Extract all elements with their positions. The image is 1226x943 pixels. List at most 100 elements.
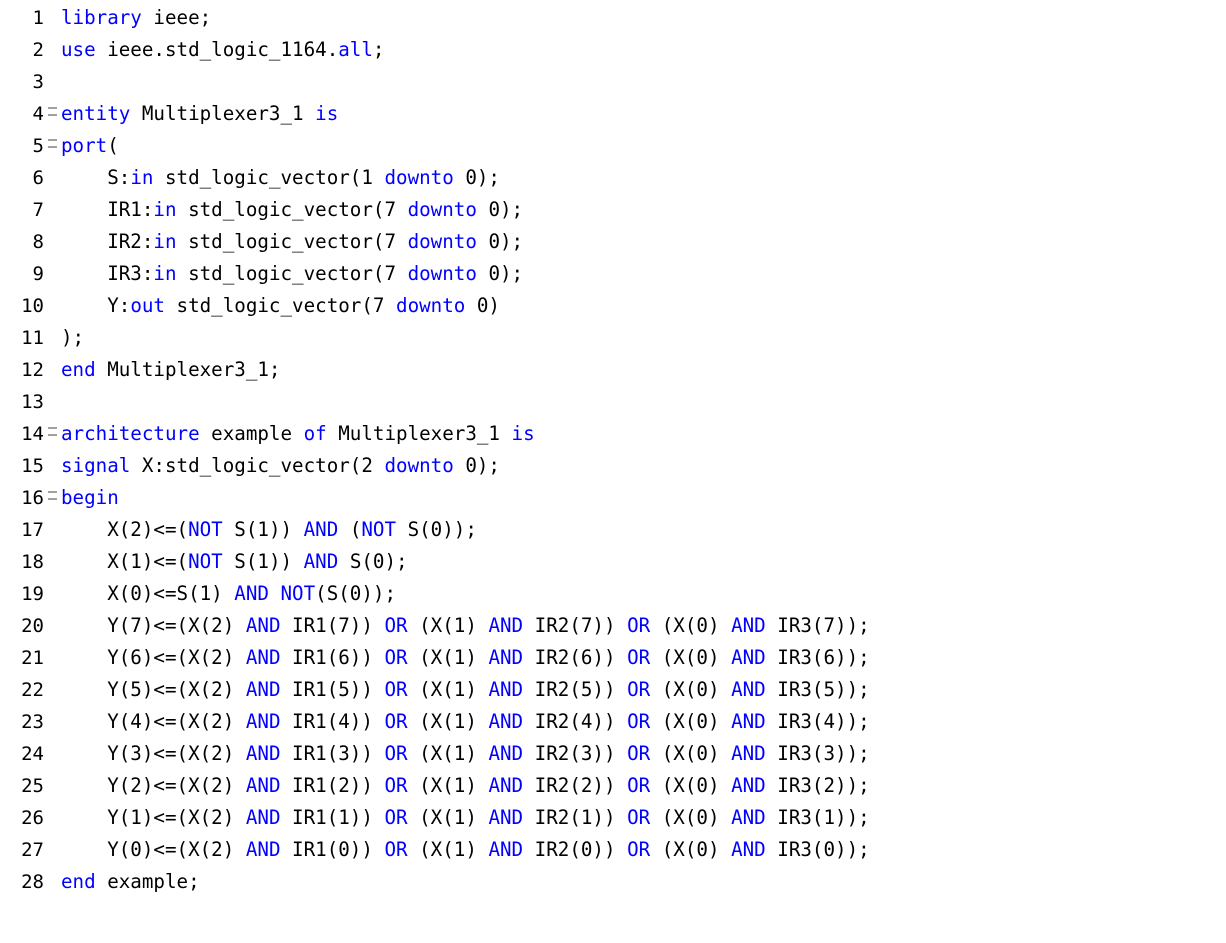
code-token: Y(0)<=(X(2)	[61, 838, 246, 861]
code-token: std_logic_vector(7	[164, 294, 397, 317]
code-text: IR1:in std_logic_vector(7 downto 0);	[61, 194, 523, 226]
code-text: Y:out std_logic_vector(7 downto 0)	[61, 290, 500, 322]
keyword-token: OR	[627, 614, 651, 637]
keyword-token: AND	[245, 678, 281, 701]
code-token: );	[61, 326, 85, 349]
code-token: IR3(7));	[765, 614, 870, 637]
keyword-token: AND	[488, 710, 524, 733]
code-token: IR3(6));	[765, 646, 870, 669]
code-token: Y(4)<=(X(2)	[61, 710, 246, 733]
code-token: S(0));	[396, 518, 477, 541]
code-text: begin	[61, 482, 119, 514]
fold-marker-icon[interactable]	[48, 107, 57, 116]
code-token: (X(0)	[650, 646, 732, 669]
line-number: 11	[21, 327, 44, 349]
keyword-token: AND	[731, 710, 766, 733]
code-text: Y(6)<=(X(2) AND IR1(6)) OR (X(1) AND IR2…	[61, 642, 870, 674]
fold-marker-icon[interactable]	[48, 427, 57, 436]
code-token: IR1(5))	[280, 678, 385, 701]
keyword-token: AND	[731, 774, 766, 797]
keyword-token: of	[303, 422, 327, 445]
code-token: Y(6)<=(X(2)	[61, 646, 246, 669]
code-token: ieee;	[141, 6, 212, 29]
line-number: 25	[21, 775, 44, 797]
keyword-token: downto	[407, 198, 477, 221]
code-text: library ieee;	[61, 2, 211, 34]
keyword-token: OR	[384, 806, 408, 829]
keyword-token: is	[511, 422, 535, 445]
code-token: IR1(2))	[280, 774, 385, 797]
keyword-token: in	[153, 230, 177, 253]
keyword-token: downto	[407, 230, 477, 253]
keyword-token: end	[61, 870, 96, 893]
code-token: (	[338, 518, 362, 541]
code-token: 0);	[453, 454, 500, 477]
keyword-token: AND	[245, 646, 281, 669]
code-token: IR1(0))	[280, 838, 385, 861]
keyword-token: port	[61, 134, 108, 157]
code-token: IR1(3))	[280, 742, 385, 765]
code-token: S:	[61, 166, 131, 189]
code-token: (X(0)	[650, 710, 732, 733]
keyword-token: downto	[384, 166, 454, 189]
keyword-token: OR	[384, 774, 408, 797]
line-number: 6	[32, 167, 44, 189]
fold-marker-icon[interactable]	[48, 139, 57, 148]
code-text: Y(4)<=(X(2) AND IR1(4)) OR (X(1) AND IR2…	[61, 706, 869, 738]
keyword-token: NOT	[188, 518, 223, 541]
line-number: 20	[21, 615, 44, 637]
keyword-token: OR	[384, 742, 408, 765]
keyword-token: downto	[407, 262, 477, 285]
code-token: (X(1)	[407, 806, 489, 829]
keyword-token: AND	[488, 774, 524, 797]
code-token: IR2(3))	[523, 742, 628, 765]
keyword-token: AND	[488, 806, 524, 829]
code-text: S:in std_logic_vector(1 downto 0);	[61, 162, 500, 194]
keyword-token: AND	[234, 582, 269, 605]
code-text: signal X:std_logic_vector(2 downto 0);	[61, 450, 500, 482]
keyword-token: is	[315, 102, 339, 125]
code-text: IR3:in std_logic_vector(7 downto 0);	[61, 258, 523, 290]
code-text: Y(7)<=(X(2) AND IR1(7)) OR (X(1) AND IR2…	[61, 610, 870, 642]
code-token: S(0);	[338, 550, 408, 573]
code-token: IR2(5))	[523, 678, 628, 701]
code-text: Y(5)<=(X(2) AND IR1(5)) OR (X(1) AND IR2…	[61, 674, 869, 706]
code-token: IR3:	[61, 262, 154, 285]
code-token: std_logic_vector(1	[153, 166, 385, 189]
keyword-token: all	[338, 38, 373, 61]
line-number: 7	[32, 199, 44, 221]
keyword-token: AND	[731, 614, 766, 637]
line-number: 18	[21, 551, 44, 573]
keyword-token: AND	[488, 838, 524, 861]
code-token: (X(0)	[650, 806, 732, 829]
line-number: 23	[21, 711, 44, 733]
code-token: Y(2)<=(X(2)	[61, 774, 246, 797]
code-token: 0);	[476, 230, 524, 253]
code-text: X(0)<=S(1) AND NOT(S(0));	[61, 578, 396, 610]
keyword-token: AND	[488, 678, 524, 701]
code-token: 0);	[453, 166, 500, 189]
code-token: 0)	[465, 294, 500, 317]
line-number: 21	[21, 647, 44, 669]
code-token: Multiplexer3_1;	[95, 358, 281, 381]
code-token: S(1))	[222, 550, 304, 573]
keyword-token: AND	[303, 550, 339, 573]
fold-marker-icon[interactable]	[48, 491, 57, 500]
code-token: std_logic_vector(7	[176, 230, 408, 253]
code-token: Y(1)<=(X(2)	[61, 806, 246, 829]
line-number: 1	[32, 7, 44, 29]
code-token: Multiplexer3_1	[326, 422, 512, 445]
code-token: (X(1)	[407, 742, 489, 765]
code-editor[interactable]: 1 library ieee; 2 use ieee.std_logic_1164.a…	[0, 0, 1226, 943]
code-token: Multiplexer3_1	[130, 102, 316, 125]
keyword-token: OR	[384, 838, 408, 861]
keyword-token: in	[130, 166, 154, 189]
code-text: end example;	[61, 866, 200, 898]
code-token: IR2(2))	[523, 774, 628, 797]
code-token: IR3(0));	[765, 838, 870, 861]
code-token: Y(7)<=(X(2)	[61, 614, 246, 637]
code-token: std_logic_vector(7	[176, 198, 408, 221]
line-number: 13	[21, 391, 44, 413]
code-token: X:std_logic_vector(2	[130, 454, 385, 477]
